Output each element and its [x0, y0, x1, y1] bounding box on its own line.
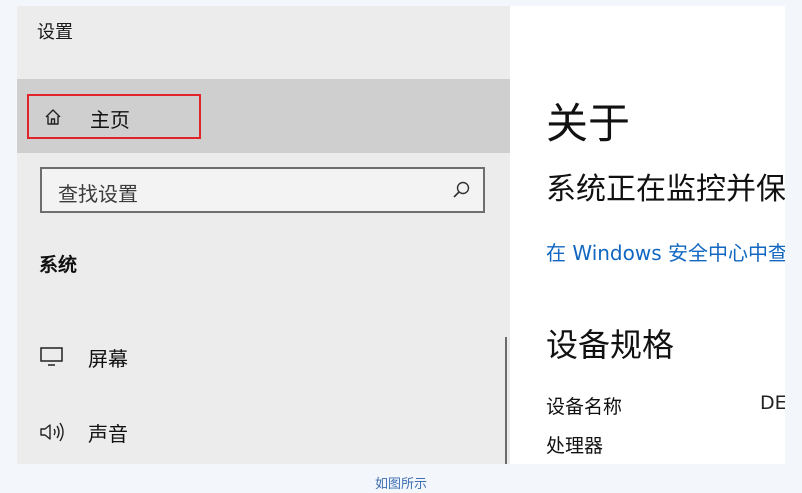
app-title: 设置 — [37, 22, 73, 43]
sidebar: 设置 主页 查找设置 系统 屏幕 声音 — [17, 6, 510, 464]
search-placeholder: 查找设置 — [58, 182, 138, 206]
device-name-label: 设备名称 — [546, 396, 623, 418]
sidebar-item-label: 主页 — [90, 108, 130, 132]
search-icon[interactable] — [451, 180, 471, 200]
speaker-icon — [40, 422, 64, 442]
device-name-value: DE — [760, 392, 785, 414]
processor-label: 处理器 — [546, 435, 604, 457]
settings-window: 设置 主页 查找设置 系统 屏幕 声音 关于 系统正在监控并保 在 Window… — [17, 6, 785, 464]
home-icon — [45, 109, 61, 125]
sidebar-item-home[interactable]: 主页 — [17, 79, 510, 153]
sidebar-item-label: 屏幕 — [88, 347, 128, 371]
security-center-link[interactable]: 在 Windows 安全中心中查 — [546, 237, 785, 266]
display-icon — [40, 347, 63, 366]
sidebar-item-label: 声音 — [88, 422, 128, 446]
sidebar-item-sound[interactable]: 声音 — [17, 410, 497, 454]
section-title-system: 系统 — [39, 254, 78, 276]
page-title: 关于 — [546, 99, 631, 148]
content-panel: 关于 系统正在监控并保 在 Windows 安全中心中查 设备规格 设备名称 D… — [510, 6, 785, 464]
search-input[interactable]: 查找设置 — [40, 167, 485, 213]
device-specs-heading: 设备规格 — [546, 326, 675, 364]
sidebar-scrollbar[interactable] — [505, 337, 507, 464]
sidebar-item-display[interactable]: 屏幕 — [17, 335, 497, 379]
protection-status-text: 系统正在监控并保 — [546, 172, 785, 207]
image-caption: 如图所示 — [374, 477, 427, 492]
